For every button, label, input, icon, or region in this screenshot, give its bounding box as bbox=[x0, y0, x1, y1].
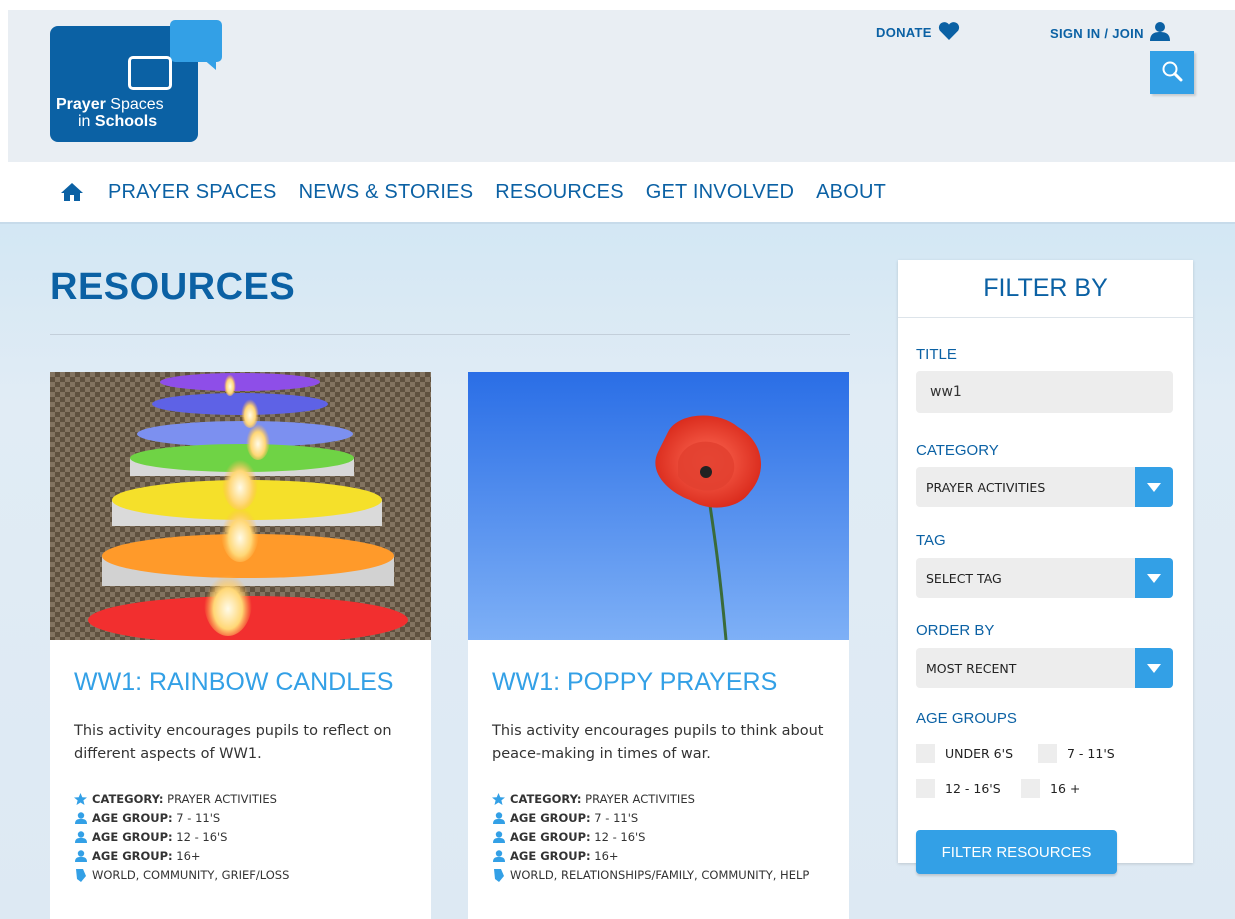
meta-age-group: AGE GROUP: 12 - 16'S bbox=[492, 828, 832, 847]
card-title[interactable]: WW1: POPPY PRAYERS bbox=[492, 668, 777, 697]
card-meta: CATEGORY: PRAYER ACTIVITIES AGE GROUP: 7… bbox=[74, 790, 414, 885]
card-meta: CATEGORY: PRAYER ACTIVITIES AGE GROUP: 7… bbox=[492, 790, 832, 885]
nav-news-stories[interactable]: NEWS & STORIES bbox=[299, 181, 474, 204]
title-divider bbox=[50, 334, 850, 335]
main-nav: PRAYER SPACES NEWS & STORIES RESOURCES G… bbox=[0, 162, 1235, 222]
nav-get-involved[interactable]: GET INVOLVED bbox=[646, 181, 794, 204]
heart-icon bbox=[938, 22, 960, 43]
card-title[interactable]: WW1: RAINBOW CANDLES bbox=[74, 668, 393, 697]
donate-link[interactable]: DONATE bbox=[876, 22, 960, 43]
resource-card[interactable]: WW1: POPPY PRAYERS This activity encoura… bbox=[468, 372, 849, 919]
meta-tags: WORLD, RELATIONSHIPS/FAMILY, COMMUNITY, … bbox=[492, 866, 832, 885]
meta-age-group: AGE GROUP: 7 - 11'S bbox=[492, 809, 832, 828]
search-icon bbox=[1161, 60, 1183, 86]
title-filter-input[interactable]: ww1 bbox=[916, 371, 1173, 413]
meta-age-group: AGE GROUP: 7 - 11'S bbox=[74, 809, 414, 828]
page-title: RESOURCES bbox=[50, 266, 296, 308]
rainbow-candles-image[interactable] bbox=[50, 372, 431, 640]
meta-age-group: AGE GROUP: 16+ bbox=[74, 847, 414, 866]
site-header: Prayer Spaces in Schools DONATE SIGN IN … bbox=[8, 10, 1235, 162]
logo-bubble-shape bbox=[170, 20, 222, 62]
tag-filter-label: TAG bbox=[916, 532, 946, 549]
card-description: This activity encourages pupils to refle… bbox=[74, 723, 392, 762]
age-checkbox-16-plus[interactable]: 16 + bbox=[1021, 779, 1080, 798]
tag-icon bbox=[74, 866, 87, 882]
meta-category: CATEGORY: PRAYER ACTIVITIES bbox=[74, 790, 414, 809]
chevron-down-icon[interactable] bbox=[1135, 648, 1173, 688]
person-icon bbox=[492, 809, 505, 824]
site-logo[interactable]: Prayer Spaces in Schools bbox=[50, 20, 222, 142]
logo-text: Prayer Spaces in Schools bbox=[56, 96, 164, 130]
person-icon bbox=[492, 828, 505, 843]
person-icon bbox=[492, 847, 505, 862]
person-icon bbox=[74, 828, 87, 843]
poppy-image[interactable] bbox=[468, 372, 849, 640]
filter-resources-button[interactable]: FILTER RESOURCES bbox=[916, 830, 1117, 874]
nav-prayer-spaces[interactable]: PRAYER SPACES bbox=[108, 181, 277, 204]
age-checkbox-under-6[interactable]: UNDER 6'S bbox=[916, 744, 1013, 763]
chevron-down-icon[interactable] bbox=[1135, 558, 1173, 598]
age-groups-label: AGE GROUPS bbox=[916, 710, 1017, 727]
nav-resources[interactable]: RESOURCES bbox=[495, 181, 624, 204]
chevron-down-icon[interactable] bbox=[1135, 467, 1173, 507]
title-filter-label: TITLE bbox=[916, 346, 957, 363]
person-icon bbox=[74, 847, 87, 862]
tag-icon bbox=[492, 866, 505, 882]
order-filter-label: ORDER BY bbox=[916, 622, 995, 639]
search-button[interactable] bbox=[1150, 51, 1194, 94]
meta-age-group: AGE GROUP: 12 - 16'S bbox=[74, 828, 414, 847]
tag-select[interactable]: SELECT TAG bbox=[916, 558, 1173, 598]
home-icon[interactable] bbox=[60, 182, 84, 202]
person-icon bbox=[74, 809, 87, 824]
category-filter-label: CATEGORY bbox=[916, 442, 999, 459]
age-checkbox-12-16[interactable]: 12 - 16'S bbox=[916, 779, 1001, 798]
meta-age-group: AGE GROUP: 16+ bbox=[492, 847, 832, 866]
star-icon bbox=[492, 790, 505, 805]
filter-panel: FILTER BY TITLE ww1 CATEGORY PRAYER ACTI… bbox=[898, 260, 1193, 874]
star-icon bbox=[74, 790, 87, 805]
sign-in-link[interactable]: SIGN IN / JOIN bbox=[1050, 22, 1170, 44]
user-icon bbox=[1149, 22, 1170, 44]
resource-card[interactable]: WW1: RAINBOW CANDLES This activity encou… bbox=[50, 372, 431, 919]
nav-about[interactable]: ABOUT bbox=[816, 181, 886, 204]
category-select[interactable]: PRAYER ACTIVITIES bbox=[916, 467, 1173, 507]
meta-category: CATEGORY: PRAYER ACTIVITIES bbox=[492, 790, 832, 809]
logo-speech-shape bbox=[128, 56, 172, 90]
order-select[interactable]: MOST RECENT bbox=[916, 648, 1173, 688]
card-description: This activity encourages pupils to think… bbox=[492, 723, 824, 762]
filter-heading: FILTER BY bbox=[898, 260, 1193, 318]
age-checkbox-7-11[interactable]: 7 - 11'S bbox=[1038, 744, 1115, 763]
meta-tags: WORLD, COMMUNITY, GRIEF/LOSS bbox=[74, 866, 414, 885]
